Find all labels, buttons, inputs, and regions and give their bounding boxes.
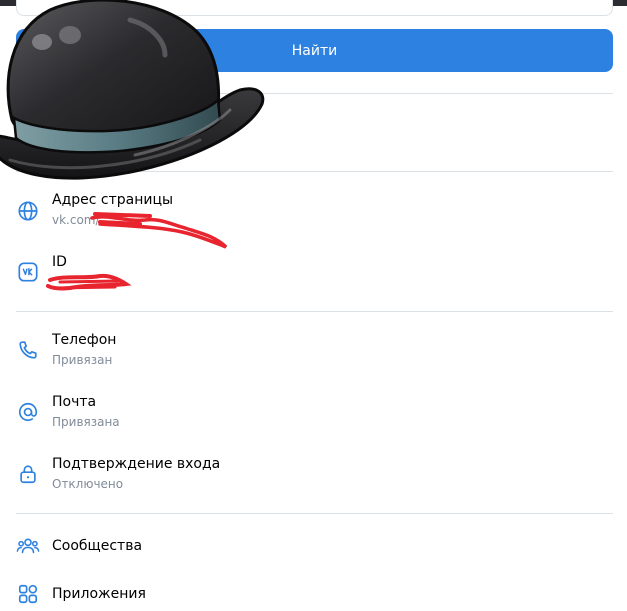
login-confirmation-title: Подтверждение входа xyxy=(52,456,221,472)
separator xyxy=(16,513,613,514)
lock-icon xyxy=(16,462,40,486)
separator xyxy=(16,93,613,94)
globe-icon xyxy=(16,199,40,223)
communities-row[interactable]: Сообщества xyxy=(0,538,627,590)
id-title: ID xyxy=(52,254,67,270)
at-icon xyxy=(16,400,40,424)
email-title: Почта xyxy=(52,394,97,410)
email-status: Привязана xyxy=(52,415,120,429)
login-confirmation-status: Отключено xyxy=(52,477,124,491)
separator xyxy=(16,171,613,172)
phone-status: Привязан xyxy=(52,353,113,367)
apps-label: Приложения xyxy=(52,586,146,602)
registration-date: и: 6 января 2020 xyxy=(52,136,167,151)
find-button[interactable]: Найти xyxy=(16,29,613,72)
profile-settings-panel: Найти и: 6 января 2020 Адрес страницы vk… xyxy=(0,0,627,611)
page-address-row[interactable]: Адрес страницы vk.com/ xyxy=(0,192,627,244)
page-address-title: Адрес страницы xyxy=(52,192,174,208)
phone-title: Телефон xyxy=(52,332,117,348)
communities-icon xyxy=(16,534,40,558)
communities-label: Сообщества xyxy=(52,538,143,554)
find-button-label: Найти xyxy=(291,42,338,59)
page-address-value: vk.com/ xyxy=(52,213,100,227)
separator xyxy=(16,311,613,312)
search-input[interactable] xyxy=(16,0,613,16)
id-row[interactable]: ID xyxy=(0,254,627,306)
apps-row[interactable]: Приложения xyxy=(0,584,627,611)
email-row[interactable]: Почта Привязана xyxy=(0,394,627,446)
login-confirmation-row[interactable]: Подтверждение входа Отключено xyxy=(0,456,627,508)
apps-icon xyxy=(16,582,40,606)
phone-icon xyxy=(16,338,40,362)
phone-row[interactable]: Телефон Привязан xyxy=(0,332,627,384)
vk-logo-icon xyxy=(16,260,40,284)
